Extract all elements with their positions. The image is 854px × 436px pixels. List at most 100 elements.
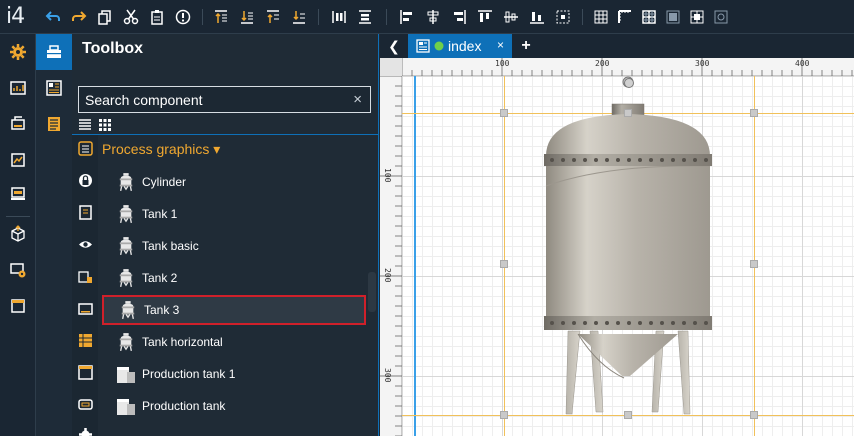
align-right-icon[interactable] [450,8,468,26]
info-icon[interactable] [174,8,192,26]
component-item[interactable]: Tank 3 [102,295,366,325]
panel-category-icon[interactable] [77,300,93,316]
devices-icon[interactable] [8,184,28,204]
frame-category-icon[interactable] [77,364,93,380]
rivet [682,158,686,162]
add-tab-button[interactable]: + [516,36,536,56]
document-category-icon[interactable] [77,204,93,220]
toolbar-divider [582,9,583,25]
resize-handle-s[interactable] [624,411,632,419]
toolbox-title: Toolbox [82,40,144,57]
bring-to-front-icon[interactable] [212,8,230,26]
resize-handle-se[interactable] [750,411,758,419]
rivet [671,321,675,325]
align-bottom-icon[interactable] [528,8,546,26]
grid-icon[interactable] [592,8,610,26]
rivet [660,321,664,325]
list-category-icon[interactable] [77,140,93,156]
ruler-ticks [401,58,853,76]
cut-icon[interactable] [122,8,140,26]
zoom-fit-icon[interactable] [712,8,730,26]
component-label: Cylinder [142,175,187,189]
align-middle-icon[interactable] [502,8,520,26]
rivet [561,321,565,325]
component-category-icon[interactable] [77,396,93,412]
resize-handle-w[interactable] [500,260,508,268]
toolbox-panel: Toolbox × [72,34,379,436]
scrollbar-thumb[interactable] [368,272,376,312]
snap-objects-icon[interactable] [664,8,682,26]
rivet [616,158,620,162]
dashboard-icon[interactable] [8,78,28,98]
send-backward-icon[interactable] [290,8,308,26]
search-input[interactable] [79,87,344,112]
library-category-icon[interactable] [77,268,93,284]
redo-icon[interactable] [70,8,88,26]
align-top-icon[interactable] [476,8,494,26]
rivet [605,158,609,162]
rivet [616,321,620,325]
search-box: × [78,86,371,113]
rivet [583,321,587,325]
reports-icon[interactable] [8,150,28,170]
toolbar-divider [202,9,203,25]
align-left-icon[interactable] [398,8,416,26]
table-category-icon[interactable] [77,332,93,348]
resize-handle-n[interactable] [624,109,632,117]
resize-handle-nw[interactable] [500,109,508,117]
component-item[interactable]: Cylinder [102,167,366,197]
component-item[interactable]: Tank 2 [102,263,366,293]
list-view-icon[interactable] [78,118,92,132]
resize-handle-sw[interactable] [500,411,508,419]
tank-small-icon [112,233,140,259]
ruler-corner [380,58,402,76]
guides-icon[interactable] [688,8,706,26]
component-label: Tank 2 [142,271,178,285]
category-process-graphics[interactable]: Process graphics ▾ [102,141,220,158]
toolbox-tab[interactable] [36,34,72,70]
ruler-label: 400 [795,59,810,68]
gear-category-icon[interactable] [77,426,93,436]
grid-view-icon[interactable] [98,118,112,132]
component-item[interactable]: Tank basic [102,231,366,261]
send-to-back-icon[interactable] [238,8,256,26]
properties-icon[interactable] [44,114,64,134]
production-tank-icon [112,393,140,419]
rulers-icon[interactable] [616,8,634,26]
tab-index[interactable]: index × [408,34,512,58]
settings-gear-icon[interactable] [8,42,28,62]
screens-icon[interactable] [8,114,28,134]
package-icon[interactable] [8,224,28,244]
ruler-label: 200 [595,59,610,68]
distribute-horizontal-icon[interactable] [330,8,348,26]
production-tank-icon [112,361,140,387]
rivet [704,158,708,162]
paste-icon[interactable] [148,8,166,26]
design-canvas[interactable]: 100 200 300 400 100 200 300 [380,58,854,436]
tab-scroll-left-icon[interactable]: ❮ [380,34,408,58]
align-center-icon[interactable] [424,8,442,26]
eye-category-icon[interactable] [77,236,93,252]
lock-category-icon[interactable] [77,172,93,188]
undo-icon[interactable] [44,8,62,26]
resize-handle-ne[interactable] [750,109,758,117]
distribute-vertical-icon[interactable] [356,8,374,26]
component-item[interactable]: Tank horizontal [102,327,366,357]
clear-search-icon[interactable]: × [353,91,362,108]
component-label: Tank 3 [144,303,180,317]
monitor-settings-icon[interactable] [8,260,28,280]
window-icon[interactable] [8,296,28,316]
rotate-handle[interactable] [624,78,634,88]
component-item[interactable]: Tank 1 [102,199,366,229]
snap-grid-icon[interactable] [640,8,658,26]
layout-icon[interactable] [44,78,64,98]
bring-forward-icon[interactable] [264,8,282,26]
center-on-canvas-icon[interactable] [554,8,572,26]
copy-icon[interactable] [96,8,114,26]
component-item[interactable]: Production tank [102,391,366,421]
tab-close-icon[interactable]: × [497,38,504,52]
component-item[interactable]: Production tank 1 [102,359,366,389]
resize-handle-e[interactable] [750,260,758,268]
component-label: Production tank 1 [142,367,236,381]
tank-3-component[interactable] [538,76,718,416]
